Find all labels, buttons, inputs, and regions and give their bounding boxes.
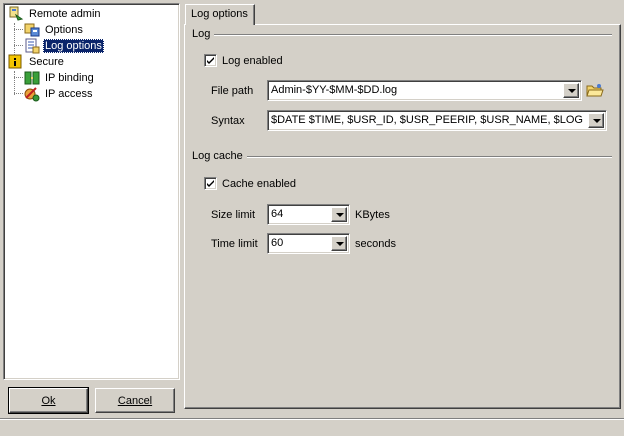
tab-log-options[interactable]: Log options	[185, 4, 255, 25]
chevron-down-icon[interactable]	[331, 236, 347, 251]
chevron-down-icon[interactable]	[563, 83, 579, 98]
tree-connector	[14, 71, 15, 95]
log-enabled-checkbox[interactable]	[204, 54, 217, 67]
log-cache-group-title: Log cache	[192, 150, 247, 163]
tree-item-options[interactable]: Options	[24, 22, 85, 38]
group-divider	[214, 34, 612, 36]
ip-binding-icon	[24, 71, 40, 85]
checkmark-icon	[207, 180, 214, 187]
file-path-combobox[interactable]: Admin-$YY-$MM-$DD.log	[267, 80, 582, 101]
options-icon	[24, 23, 40, 37]
tree-connector	[14, 45, 23, 46]
ip-access-icon	[24, 87, 40, 102]
secure-icon	[8, 54, 22, 69]
cache-enabled-label: Cache enabled	[222, 178, 297, 190]
tree-item-ip-binding[interactable]: IP binding	[24, 70, 96, 86]
log-group-title: Log	[192, 28, 215, 41]
chevron-down-icon[interactable]	[588, 113, 604, 128]
syntax-combobox[interactable]: $DATE $TIME, $USR_ID, $USR_PEERIP, $USR_…	[267, 110, 607, 131]
tree-item-remote-admin[interactable]: Remote admin	[8, 6, 103, 22]
tree-item-ip-access[interactable]: IP access	[24, 86, 95, 102]
remote-admin-icon	[9, 6, 24, 21]
tree-item-log-options[interactable]: Log options	[24, 38, 104, 54]
size-unit-label: KBytes	[355, 209, 390, 221]
log-enabled-label: Log enabled	[222, 55, 283, 67]
time-unit-label: seconds	[355, 238, 396, 250]
syntax-label: Syntax	[211, 115, 245, 127]
cancel-button[interactable]: Cancel	[95, 388, 175, 413]
settings-tree[interactable]: Remote admin Options Log options Secure	[3, 3, 180, 380]
tree-connector	[14, 29, 23, 30]
status-bar	[0, 418, 624, 436]
group-divider	[246, 156, 612, 158]
size-limit-label: Size limit	[211, 209, 256, 221]
time-limit-label: Time limit	[211, 238, 258, 250]
log-options-icon	[25, 38, 40, 54]
checkmark-icon	[207, 57, 214, 64]
cache-enabled-checkbox[interactable]	[204, 177, 217, 190]
file-path-label: File path	[211, 85, 254, 97]
time-limit-combobox[interactable]: 60	[267, 233, 350, 254]
tree-connector	[14, 77, 23, 78]
tree-item-secure[interactable]: Secure	[8, 54, 66, 70]
tree-connector	[14, 93, 23, 94]
chevron-down-icon[interactable]	[331, 207, 347, 222]
ok-button[interactable]: Ok	[8, 387, 89, 414]
size-limit-combobox[interactable]: 64	[267, 204, 350, 225]
folder-browse-icon[interactable]	[586, 82, 604, 98]
